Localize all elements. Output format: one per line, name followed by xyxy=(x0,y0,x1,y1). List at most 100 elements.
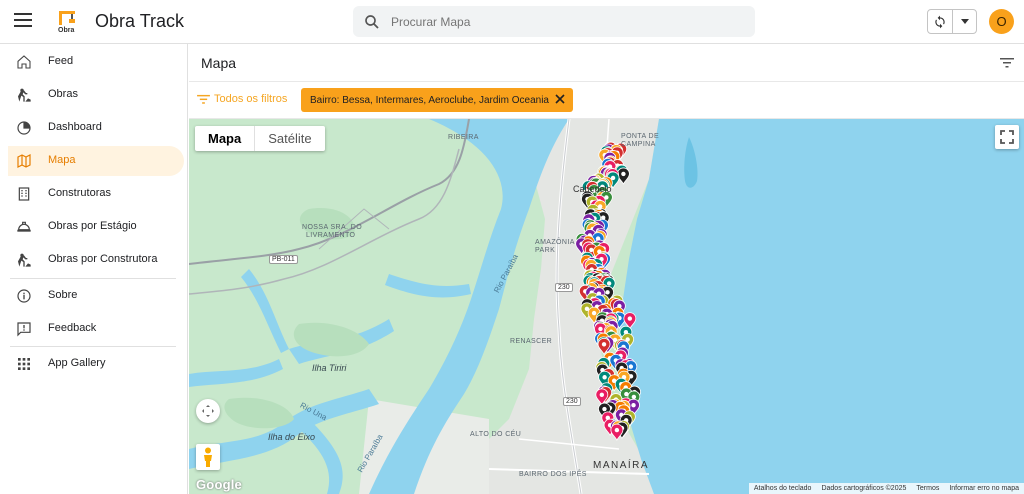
apps-grid-icon xyxy=(18,358,30,370)
filter-icon[interactable] xyxy=(1000,57,1014,69)
all-filters-label: Todos os filtros xyxy=(214,93,288,105)
sidebar-item-feed[interactable]: Feed xyxy=(8,47,184,77)
marker-icon xyxy=(602,375,607,380)
sidebar-item-construtoras[interactable]: Construtoras xyxy=(8,179,184,209)
camera-control-button[interactable] xyxy=(196,399,220,423)
map-type-control: Mapa Satélite xyxy=(195,126,325,151)
map-label-livramento: LIVRAMENTO xyxy=(306,232,356,239)
sidebar-item-obras[interactable]: Obras xyxy=(8,80,184,110)
report-error-link[interactable]: Informar erro no mapa xyxy=(944,485,1024,492)
sidebar-item-label: Mapa xyxy=(48,154,76,166)
marker-icon xyxy=(591,310,597,316)
marker-icon xyxy=(605,290,610,295)
sidebar-item-mapa[interactable]: Mapa xyxy=(8,146,184,176)
search-input[interactable] xyxy=(391,6,741,37)
fullscreen-button[interactable] xyxy=(995,125,1019,149)
marker-icon xyxy=(631,402,636,408)
pie-chart-icon xyxy=(17,121,31,135)
marker-icon xyxy=(601,342,607,347)
worker-icon xyxy=(18,253,31,267)
sidebar-item-obras-por-construtora[interactable]: Obras por Construtora xyxy=(8,245,184,275)
map-data-text: Dados cartográficos ©2025 xyxy=(821,485,907,492)
feedback-icon xyxy=(17,322,31,337)
building-icon xyxy=(18,187,30,201)
page-header: Mapa xyxy=(189,44,1024,82)
all-filters-button[interactable]: Todos os filtros xyxy=(197,93,287,105)
ocean xyxy=(619,119,1024,494)
sidebar-item-feedback[interactable]: Feedback xyxy=(8,314,184,344)
map-label-cabedelo: Cabedelo xyxy=(573,184,612,194)
marker-icon xyxy=(621,171,626,177)
sidebar-item-label: Obras por Construtora xyxy=(48,253,158,265)
marker-icon xyxy=(599,392,605,398)
top-app-bar: Obra Obra Track O xyxy=(0,0,1024,44)
caret-down-icon xyxy=(960,19,969,24)
nav-divider xyxy=(10,346,176,347)
fullscreen-icon xyxy=(1000,130,1014,144)
map-label-nossa-sra: NOSSA SRA. DO xyxy=(302,224,363,231)
sidebar-item-label: Obras por Estágio xyxy=(48,220,137,232)
sidebar-item-sobre[interactable]: Sobre xyxy=(8,281,184,311)
terms-link[interactable]: Termos xyxy=(911,485,944,492)
map-label-ilha-tiriri: Ilha Tiriri xyxy=(312,363,347,373)
close-icon[interactable] xyxy=(555,94,565,104)
marker-icon xyxy=(631,394,637,400)
sync-button[interactable] xyxy=(928,10,953,33)
sidebar: Feed Obras Dashboard Mapa Construtoras O… xyxy=(0,44,188,494)
map-label-campina: CAMPINA xyxy=(621,141,656,148)
worker-icon xyxy=(18,88,31,102)
sidebar-item-app-gallery[interactable]: App Gallery xyxy=(8,349,184,379)
sidebar-item-dashboard[interactable]: Dashboard xyxy=(8,113,184,143)
nav-divider xyxy=(10,278,176,279)
street-view-pegman[interactable] xyxy=(196,444,220,470)
keyboard-shortcuts-link[interactable]: Atalhos do teclado xyxy=(749,485,817,492)
marker-icon xyxy=(628,364,634,369)
main-content: Mapa Todos os filtros Bairro: Bessa, Int… xyxy=(189,44,1024,494)
sync-dropdown-button[interactable] xyxy=(953,10,976,33)
filter-bar: Todos os filtros Bairro: Bessa, Intermar… xyxy=(189,83,1024,119)
marker-icon xyxy=(589,247,594,253)
app-logo: Obra xyxy=(56,8,80,34)
info-icon xyxy=(17,289,31,303)
app-title: Obra Track xyxy=(95,11,185,31)
marker-icon xyxy=(602,406,607,412)
svg-text:Obra: Obra xyxy=(58,27,74,34)
marker-icon xyxy=(598,326,603,332)
sidebar-item-label: Feedback xyxy=(48,322,97,334)
sidebar-item-label: Dashboard xyxy=(48,121,102,133)
sidebar-item-label: Construtoras xyxy=(48,187,111,199)
move-icon xyxy=(202,405,214,417)
filter-icon xyxy=(197,94,210,104)
map-attribution: Atalhos do teclado Dados cartográficos ©… xyxy=(748,483,1024,494)
page-title: Mapa xyxy=(201,55,237,71)
user-avatar[interactable]: O xyxy=(989,9,1014,34)
filter-chip-label: Bairro: Bessa, Intermares, Aeroclube, Ja… xyxy=(310,94,549,106)
google-logo: Google xyxy=(196,477,242,492)
map-label-ponta-de: PONTA DE xyxy=(621,133,660,140)
map-label-manaira: MANAÍRA xyxy=(593,460,650,471)
marker-icon xyxy=(627,316,633,321)
map-label-renascer: RENASCER xyxy=(510,338,553,345)
map-icon xyxy=(17,154,31,168)
marker-icon xyxy=(614,427,620,433)
sync-icon xyxy=(935,15,945,28)
map-label-alto-do-ceu: ALTO DO CÉU xyxy=(470,431,522,438)
home-icon xyxy=(17,55,31,69)
sidebar-item-label: App Gallery xyxy=(48,357,106,369)
map-view[interactable]: RIBEIRA PONTA DE CAMPINA Cabedelo AMAZÔN… xyxy=(189,119,1024,494)
map-type-map-button[interactable]: Mapa xyxy=(195,126,254,151)
marker-icon xyxy=(606,281,612,286)
road-shield-230: 230 xyxy=(555,283,573,292)
map-label-amazonia: AMAZÔNIA xyxy=(535,239,575,246)
hard-hat-icon xyxy=(17,221,31,232)
menu-icon[interactable] xyxy=(14,13,32,29)
sync-button-group xyxy=(927,9,977,34)
map-type-satellite-button[interactable]: Satélite xyxy=(254,126,324,151)
road-shield-pb011: PB-011 xyxy=(269,255,298,264)
filter-chip-bairro[interactable]: Bairro: Bessa, Intermares, Aeroclube, Ja… xyxy=(301,88,573,112)
sidebar-item-obras-por-estagio[interactable]: Obras por Estágio xyxy=(8,212,184,242)
search-bar[interactable] xyxy=(353,6,755,37)
road-shield-230: 230 xyxy=(563,397,581,406)
sidebar-item-label: Sobre xyxy=(48,289,78,301)
map-label-park: PARK xyxy=(535,247,556,254)
